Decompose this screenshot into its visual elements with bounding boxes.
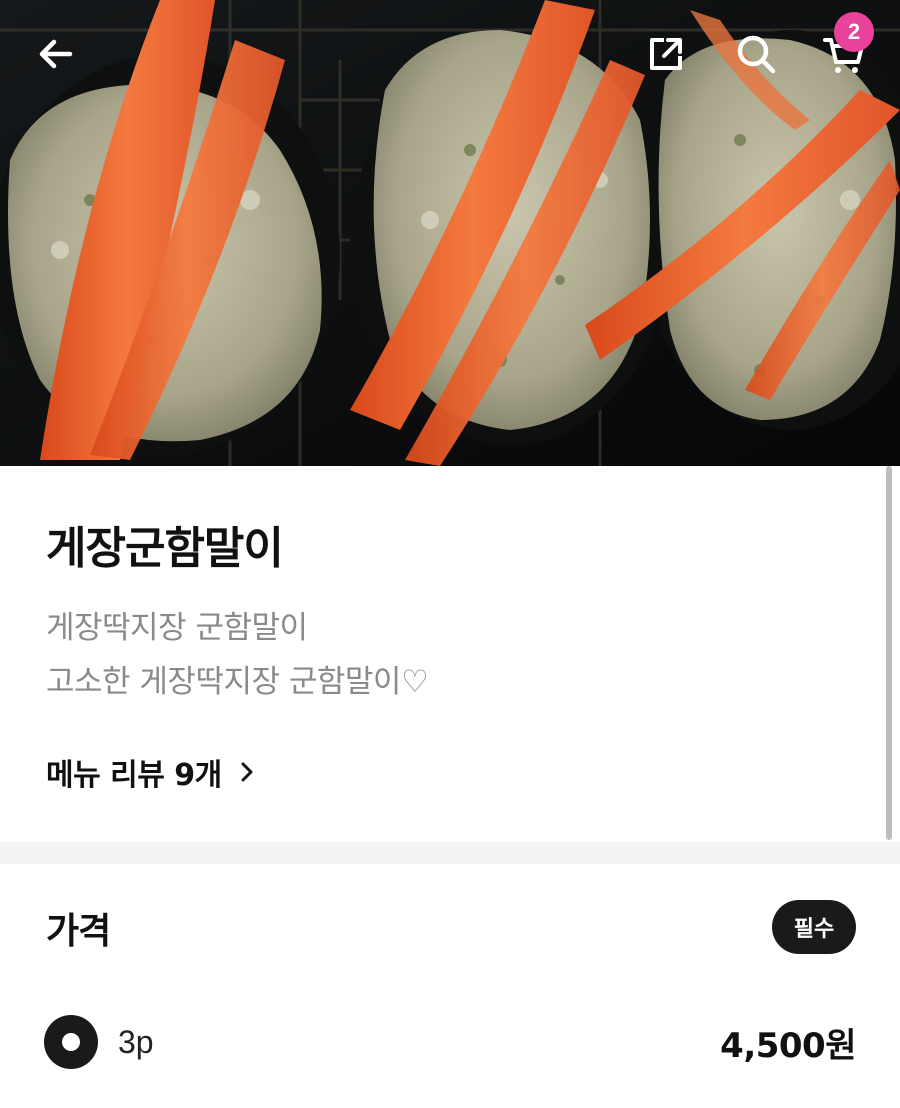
price-option-row[interactable]: 3p 4,500원	[44, 1014, 856, 1070]
required-badge: 필수	[772, 900, 856, 954]
price-option-price: 4,500원	[720, 1025, 856, 1066]
menu-description-line2: 고소한 게장딱지장 군함말이♡	[46, 664, 429, 700]
menu-review-link[interactable]: 메뉴 리뷰 9개	[46, 750, 258, 794]
share-external-icon	[650, 38, 682, 70]
menu-photo: 2	[0, 0, 900, 466]
scrollbar[interactable]	[886, 466, 892, 840]
cart-count-badge: 2	[834, 12, 874, 52]
search-button[interactable]	[724, 22, 788, 86]
price-section-title: 가격	[46, 911, 111, 952]
menu-info: 게장군함말이 게장딱지장 군함말이 고소한 게장딱지장 군함말이♡ 메뉴 리뷰 …	[0, 466, 900, 842]
price-section: 가격 필수 3p 4,500원	[0, 864, 900, 1108]
cart-button[interactable]: 2	[812, 12, 876, 86]
menu-description-line1: 게장딱지장 군함말이	[46, 610, 308, 646]
back-button[interactable]	[24, 22, 88, 86]
menu-title: 게장군함말이	[46, 523, 284, 574]
section-divider	[0, 842, 900, 864]
radio-selected-icon[interactable]	[44, 1015, 98, 1069]
arrow-left-icon	[39, 39, 73, 69]
search-icon	[737, 35, 776, 74]
price-option-label: 3p	[118, 1023, 154, 1060]
menu-review-label: 메뉴 리뷰 9개	[46, 758, 222, 793]
chevron-right-icon	[236, 761, 258, 783]
share-button[interactable]	[634, 22, 698, 86]
